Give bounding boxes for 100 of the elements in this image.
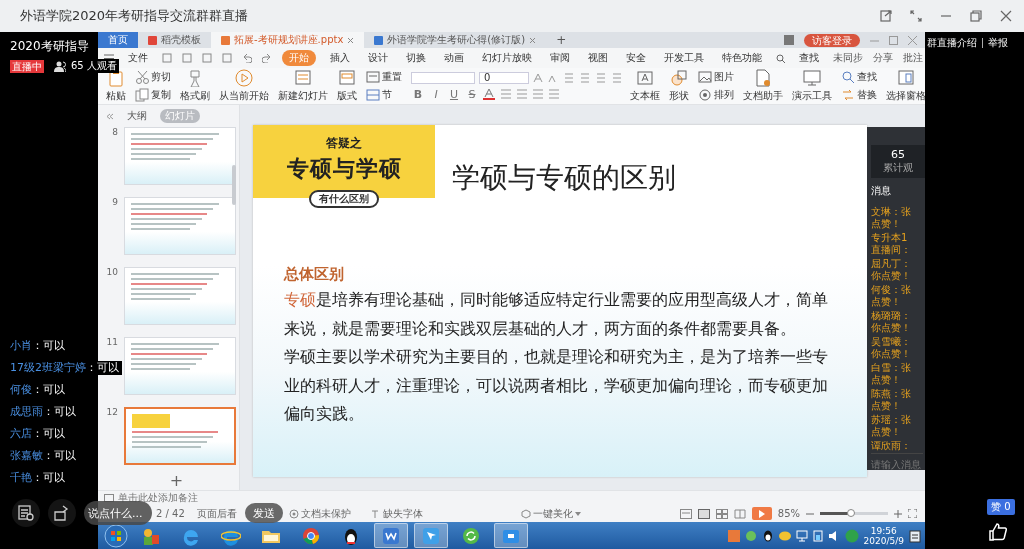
chrome-icon[interactable] [301, 525, 321, 546]
ribbon-button[interactable]: 替换 [841, 88, 877, 102]
monitor-icon[interactable] [795, 529, 808, 542]
wps-icon[interactable] [381, 525, 401, 546]
notification-icon[interactable] [909, 528, 921, 543]
menu-tab[interactable]: 设计 [364, 50, 392, 66]
tray-app-icon[interactable] [727, 529, 740, 542]
restore-icon[interactable] [889, 35, 898, 45]
restore-icon[interactable] [970, 10, 982, 22]
menu-tab[interactable]: 切换 [402, 50, 430, 66]
zoom-level[interactable]: 85% [777, 508, 800, 519]
login-button[interactable]: 访客登录 [804, 33, 860, 47]
status-item[interactable]: 页面后看 [196, 506, 237, 521]
menu-tab[interactable]: 审阅 [546, 50, 574, 66]
zoom-slider[interactable] [820, 512, 888, 515]
ribbon-button[interactable]: 排列 [698, 88, 734, 102]
menu-tab[interactable]: 特色功能 [718, 50, 766, 66]
share-icon[interactable] [54, 505, 70, 521]
fit-window-icon[interactable] [908, 509, 917, 518]
grow-font-icon[interactable] [533, 72, 543, 83]
undo-icon[interactable] [242, 53, 252, 63]
tab-close-icon[interactable] [347, 36, 355, 44]
sorter-view-icon[interactable] [715, 508, 728, 519]
document-tab[interactable]: 拓展-考研规划讲座.pptx [211, 32, 365, 48]
document-tab[interactable]: 外语学院学生考研心得(修订版) [364, 32, 547, 48]
toolbar-button[interactable]: 未同步 [833, 51, 863, 65]
ribbon-button[interactable]: 复制 [135, 88, 171, 102]
close-icon[interactable] [1000, 10, 1012, 22]
chat-input-field[interactable]: 说点什么... [84, 501, 152, 525]
add-slide-button[interactable]: + [169, 471, 184, 490]
menu-tab[interactable]: 开发工具 [660, 50, 708, 66]
zoom-in-icon[interactable] [894, 509, 902, 518]
status-item[interactable]: 缺失字体 [382, 506, 423, 521]
ribbon-button[interactable]: 重置 [366, 70, 402, 84]
ribbon-button[interactable]: 查找 [841, 70, 877, 84]
slide-thumbnail[interactable] [124, 407, 236, 465]
chat-message-line: 点赞！ [871, 400, 902, 411]
close-icon[interactable] [908, 35, 917, 45]
thumbs-up-icon[interactable] [989, 523, 1007, 541]
font-color-icon[interactable] [483, 88, 495, 100]
fullscreen-icon[interactable] [910, 10, 922, 22]
battery-icon[interactable] [812, 529, 823, 542]
format-button[interactable]: U [447, 87, 461, 101]
ribbon-button[interactable]: 文本框 [630, 69, 660, 103]
ribbon-button[interactable]: 从当前开始 [219, 69, 269, 103]
ribbon-button[interactable]: 图片 [698, 70, 734, 84]
ribbon-button[interactable]: 新建幻灯片 [278, 69, 328, 103]
toolbar-button[interactable]: 分享 [873, 51, 893, 65]
penguin-icon[interactable] [761, 529, 774, 542]
menu-tab[interactable]: 文件 [124, 50, 152, 66]
chat-app-icon[interactable] [778, 529, 791, 542]
beautify-button[interactable]: 一键美化 [533, 506, 574, 521]
chat-message-line: 陈燕：张 [871, 388, 912, 399]
ribbon-button[interactable]: 剪切 [135, 70, 171, 84]
toolbar-button[interactable]: 批注 [903, 51, 923, 65]
ribbon-button[interactable]: 格式刷 [180, 69, 210, 103]
reading-view-icon[interactable] [733, 508, 746, 519]
ribbon-button[interactable]: 文档助手 [743, 69, 783, 103]
collapse-pane-icon[interactable] [106, 112, 114, 120]
refresh-app-icon[interactable] [461, 525, 481, 546]
format-button[interactable]: S [465, 87, 479, 101]
menu-tab[interactable]: 插入 [326, 50, 354, 66]
search-icon [776, 53, 785, 63]
ribbon-button[interactable]: 版式 [337, 69, 357, 103]
ribbon-button[interactable]: 选择窗格 [886, 69, 925, 103]
chat-message: 何俊：可以 [10, 383, 68, 397]
list-icon[interactable] [18, 505, 34, 521]
menu-tab[interactable]: 动画 [440, 50, 468, 66]
normal-view-icon[interactable] [697, 508, 710, 519]
tab-close-icon[interactable] [529, 36, 537, 44]
new-tab-button[interactable]: + [546, 32, 577, 48]
notes-view-icon[interactable] [679, 508, 692, 519]
format-button[interactable]: I [429, 87, 443, 101]
chat-message-line: 专升本1 [871, 232, 909, 243]
ribbon-button[interactable]: 演示工具 [792, 69, 832, 103]
header-link[interactable]: 举报 [988, 36, 1008, 50]
document-tab[interactable]: 稻壳模板 [138, 32, 211, 48]
live-badge: 直播中 [10, 59, 44, 73]
menu-tab[interactable]: 视图 [584, 50, 612, 66]
format-button[interactable]: B [411, 87, 425, 101]
document-tab[interactable]: 首页 [98, 32, 138, 48]
start-icon[interactable] [104, 523, 128, 548]
pane-tab[interactable]: 大纲 [122, 109, 152, 123]
font-name-field[interactable] [411, 71, 475, 84]
channel-name: 2020考研指导 [10, 38, 90, 55]
menu-tab[interactable]: 查找 [795, 50, 823, 66]
network-icon[interactable] [744, 529, 757, 542]
redo-icon[interactable] [262, 53, 272, 63]
font-size-field[interactable]: 0 [479, 71, 529, 84]
header-link[interactable]: 群直播介绍 [927, 36, 977, 50]
menu-tab[interactable]: 安全 [622, 50, 650, 66]
ribbon-button[interactable]: 节 [366, 88, 402, 102]
slide-paragraph: 专硕是培养有理论基础，同时能够适应特定行业需要的应用型高级人才，简单来说，就是需要理论和实践双层基础的人才，两方面的条件都需要具备。 [284, 289, 829, 340]
slideshow-button[interactable] [751, 507, 772, 520]
popout-icon[interactable] [880, 10, 892, 22]
send-button[interactable]: 发送 [245, 503, 283, 523]
status-item[interactable]: 文档未保护 [300, 506, 351, 521]
ribbon-button[interactable]: 形状 [669, 69, 689, 103]
arrow-app-icon[interactable] [421, 525, 441, 546]
menu-tab[interactable]: 幻灯片放映 [478, 50, 536, 66]
